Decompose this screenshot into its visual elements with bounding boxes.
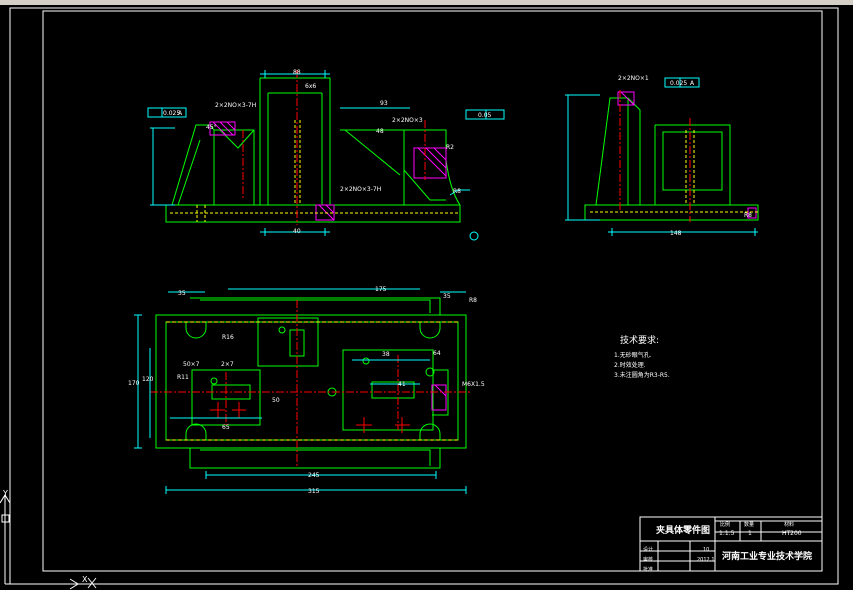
dim-plan-170: 170 [128, 380, 140, 387]
tech-requirement-item: 1.无砂眼气孔. [614, 352, 652, 359]
title-block-quantity: 1 [748, 530, 752, 537]
title-block-row2-value: 2012.1 [697, 557, 715, 563]
title-block-scale: 1:1.5 [719, 530, 735, 537]
dim-front-thread3: 2×2NO×3-7H [340, 186, 382, 193]
tech-requirement-item: 3.未注圆角为R3-R5. [614, 372, 670, 379]
drawing-outer-frame [9, 7, 839, 585]
title-block-head-material: 材料 [784, 522, 795, 528]
front-view [147, 70, 505, 241]
dim-plan-m6: M6X1.5 [462, 381, 485, 388]
dim-front-93: 93 [380, 100, 388, 107]
cad-canvas[interactable]: 88 6x6 2×2NO×3-7H 45° 93 0.025 A 0.05 2×… [0, 5, 853, 590]
dim-front-45: 45° [206, 124, 217, 131]
dim-side-thread: 2×2NO×1 [618, 75, 649, 82]
dim-plan-35b: 35 [443, 293, 451, 300]
dim-plan-r11: R11 [177, 374, 189, 381]
dim-side-r8: R8 [744, 212, 752, 219]
dim-front-73: 40 [293, 228, 301, 235]
dim-side-a: A [690, 80, 695, 87]
title-block-material: HT200 [782, 530, 802, 537]
dim-front-r2: R2 [446, 144, 454, 151]
tech-requirement-item: 2.时效处理. [614, 362, 646, 369]
dim-front-r8: R8 [453, 188, 461, 195]
title-block-row1-role: 设计 [643, 547, 654, 553]
dim-plan-50: 50 [272, 397, 280, 404]
dim-plan-r8: R8 [469, 297, 477, 304]
title-block-part-name: 夹具体零件图 [656, 526, 711, 536]
title-block-row3-role: 批准 [643, 567, 654, 573]
ucs-x-label: X [82, 575, 88, 584]
dim-plan-38: 38 [382, 351, 390, 358]
ucs-y-label: Y [3, 489, 8, 498]
title-block-head-scale: 比例 [720, 522, 731, 528]
dim-plan-245: 245 [308, 472, 320, 479]
dim-front-tol2: 0.05 [478, 112, 492, 119]
plan-view [134, 288, 470, 494]
dim-plan-41: 41 [398, 381, 406, 388]
drawing-svg[interactable] [0, 5, 853, 590]
dim-plan-r16: R16 [222, 334, 234, 341]
dim-plan-65: 65 [222, 424, 230, 431]
dim-plan-120: 120 [142, 376, 154, 383]
title-block-row2-role: 审核 [643, 557, 654, 563]
dim-front-48: 48 [376, 128, 384, 135]
dim-plan-35a: 35 [178, 290, 186, 297]
dim-front-88: 88 [293, 69, 301, 76]
dim-plan-315: 315 [308, 488, 320, 495]
title-block-row1-value: 10 [703, 547, 710, 553]
dim-plan-175: 175 [375, 286, 387, 293]
dim-front-6x6: 6x6 [305, 83, 317, 90]
dim-side-148: 148 [670, 230, 682, 237]
drawing-inner-frame [42, 10, 823, 572]
title-block-head-qty: 数量 [744, 522, 755, 528]
dim-plan-50x7: 50×7 [183, 361, 200, 368]
side-view [565, 77, 759, 236]
dim-plan-2x7: 2×7 [221, 361, 234, 368]
dim-front-a: A [178, 110, 183, 117]
dim-front-thread2: 2×2NO×3 [392, 117, 423, 124]
title-block-school: 河南工业专业技术学院 [722, 552, 813, 562]
dim-front-thread: 2×2NO×3-7H [215, 102, 257, 109]
dim-side-tol: 0.025 [670, 80, 688, 87]
dim-plan-64: 64 [433, 350, 441, 357]
tech-requirements-title: 技术要求: [620, 336, 660, 346]
